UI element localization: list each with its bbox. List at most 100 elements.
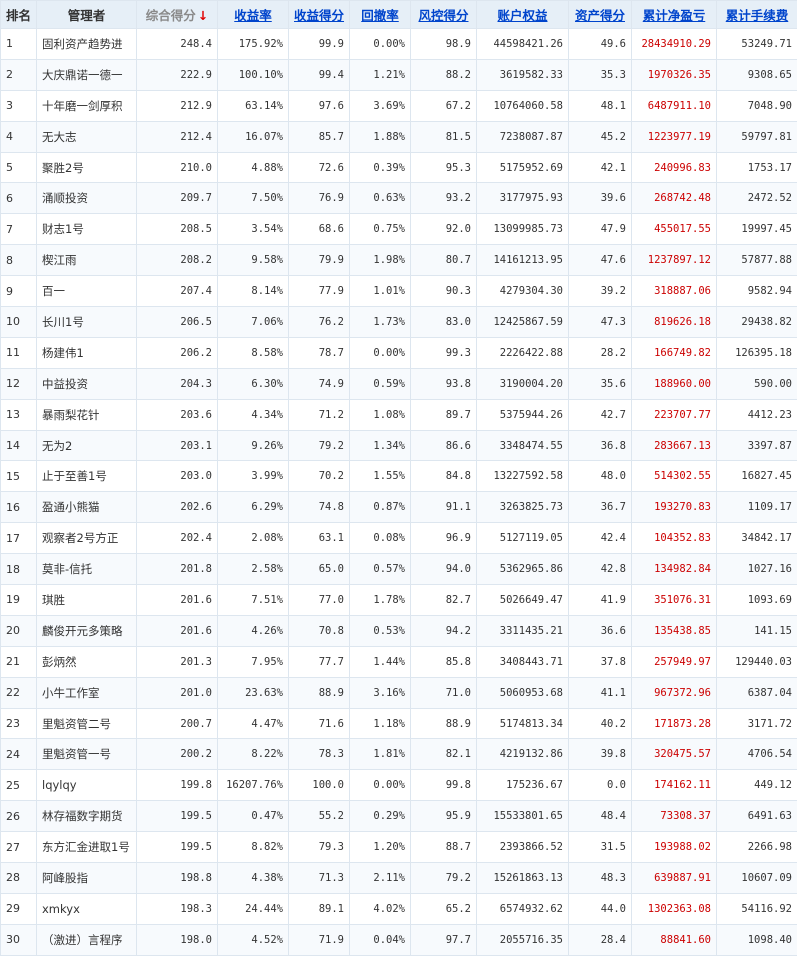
cell-total-score: 203.6 [136,398,218,431]
cell-return-score: 85.7 [288,120,350,153]
table-row: 8 楔江雨 208.2 9.58% 79.9 1.98% 80.7 14161213.95 47… [0,244,797,277]
cell-drawdown: 0.39% [349,151,411,184]
header-total-score[interactable]: 综合得分 ↓ [136,0,218,29]
cell-drawdown: 1.78% [349,584,411,616]
cell-return-score: 68.6 [288,213,350,246]
cell-equity: 7238087.87 [476,120,569,153]
cell-manager[interactable]: 涌顺投资 [36,182,137,215]
cell-return-score: 71.2 [288,398,350,431]
cell-manager[interactable]: （激进）言程序 [36,923,137,956]
cell-fees: 7048.90 [716,89,797,122]
cell-manager[interactable]: 里魁资管一号 [36,738,137,771]
cell-manager[interactable]: 百一 [36,275,137,308]
header-equity[interactable]: 账户权益 [476,0,569,29]
cell-manager[interactable]: 财志1号 [36,213,137,246]
cell-drawdown: 1.73% [349,306,411,338]
cell-manager[interactable]: 琪胜 [36,584,137,616]
cell-drawdown: 0.08% [349,522,411,555]
table-row: 4 无大志 212.4 16.07% 85.7 1.88% 81.5 7238087.87 45… [0,120,797,153]
cell-fees: 1753.17 [716,151,797,184]
header-return-score[interactable]: 收益得分 [288,0,350,29]
cell-manager[interactable]: 莫非-信托 [36,553,137,586]
cell-manager[interactable]: 无大志 [36,120,137,153]
cell-manager[interactable]: 止于至善1号 [36,460,137,493]
table-row: 9 百一 207.4 8.14% 77.9 1.01% 90.3 4279304.30 39.2… [0,275,797,308]
table-row: 2 大庆鼎诺一德一 222.9 100.10% 99.4 1.21% 88.2 3619582… [0,58,797,91]
cell-manager[interactable]: 小牛工作室 [36,676,137,709]
header-drawdown[interactable]: 回撤率 [349,0,411,29]
cell-risk-score: 83.0 [410,306,477,338]
cell-equity: 5026649.47 [476,584,569,616]
cell-asset-score: 28.2 [568,336,632,369]
cell-manager[interactable]: 暴雨梨花针 [36,398,137,431]
cell-return-rate: 4.34% [217,398,289,431]
cell-manager[interactable]: 东方汇金进取1号 [36,831,137,864]
cell-return-score: 76.9 [288,182,350,215]
cell-drawdown: 2.11% [349,862,411,894]
header-total-score-label[interactable]: 综合得分 [146,8,196,23]
cell-equity: 13227592.58 [476,460,569,493]
cell-asset-score: 47.9 [568,213,632,246]
cell-manager[interactable]: 阿峰股指 [36,862,137,894]
table-row: 17 观察者2号方正 202.4 2.08% 63.1 0.08% 96.9 5127119.… [0,522,797,555]
cell-manager[interactable]: xmkyx [36,892,137,925]
cell-total-score: 199.5 [136,831,218,864]
cell-manager[interactable]: 彭炳然 [36,645,137,678]
cell-rank: 10 [0,306,37,338]
cell-return-rate: 23.63% [217,676,289,709]
cell-return-score: 63.1 [288,522,350,555]
cell-total-score: 204.3 [136,367,218,400]
cell-risk-score: 88.9 [410,707,477,740]
cell-asset-score: 48.1 [568,89,632,122]
cell-manager[interactable]: 无为2 [36,429,137,462]
cell-drawdown: 3.69% [349,89,411,122]
cell-manager[interactable]: 固利资产趋势进 [36,28,137,60]
cell-manager[interactable]: 里魁资管二号 [36,707,137,740]
cell-drawdown: 1.21% [349,58,411,91]
cell-return-rate: 24.44% [217,892,289,925]
header-fees[interactable]: 累计手续费 [716,0,797,29]
cell-equity: 175236.67 [476,769,569,802]
cell-rank: 27 [0,831,37,864]
cell-risk-score: 88.7 [410,831,477,864]
cell-rank: 20 [0,614,37,647]
header-return-rate[interactable]: 收益率 [217,0,289,29]
cell-manager[interactable]: 聚胜2号 [36,151,137,184]
cell-manager[interactable]: 中益投资 [36,367,137,400]
cell-asset-score: 47.6 [568,244,632,277]
cell-total-score: 210.0 [136,151,218,184]
cell-manager[interactable]: 长川1号 [36,306,137,338]
header-asset-score[interactable]: 资产得分 [568,0,632,29]
cell-return-rate: 3.99% [217,460,289,493]
cell-rank: 21 [0,645,37,678]
header-risk-score[interactable]: 风控得分 [410,0,477,29]
cell-asset-score: 41.9 [568,584,632,616]
cell-manager[interactable]: 杨建伟1 [36,336,137,369]
cell-risk-score: 82.1 [410,738,477,771]
cell-manager[interactable]: 盈通小熊猫 [36,491,137,524]
cell-fees: 4412.23 [716,398,797,431]
cell-manager[interactable]: lqylqy [36,769,137,802]
cell-manager[interactable]: 观察者2号方正 [36,522,137,555]
cell-manager[interactable]: 楔江雨 [36,244,137,277]
cell-net-pnl: 1223977.19 [631,120,717,153]
cell-net-pnl: 257949.97 [631,645,717,678]
cell-asset-score: 48.0 [568,460,632,493]
cell-return-score: 78.7 [288,336,350,369]
cell-total-score: 248.4 [136,28,218,60]
table-row: 26 林存福数字期货 199.5 0.47% 55.2 0.29% 95.9 15533801… [0,800,797,833]
cell-manager[interactable]: 十年磨一剑厚积 [36,89,137,122]
cell-return-rate: 8.82% [217,831,289,864]
cell-return-rate: 7.95% [217,645,289,678]
cell-net-pnl: 73308.37 [631,800,717,833]
cell-fees: 1093.69 [716,584,797,616]
cell-fees: 19997.45 [716,213,797,246]
cell-risk-score: 85.8 [410,645,477,678]
cell-fees: 2472.52 [716,182,797,215]
cell-return-score: 72.6 [288,151,350,184]
cell-manager[interactable]: 林存福数字期货 [36,800,137,833]
header-net-pnl[interactable]: 累计净盈亏 [631,0,717,29]
cell-manager[interactable]: 麟俊开元多策略 [36,614,137,647]
cell-return-score: 89.1 [288,892,350,925]
cell-manager[interactable]: 大庆鼎诺一德一 [36,58,137,91]
